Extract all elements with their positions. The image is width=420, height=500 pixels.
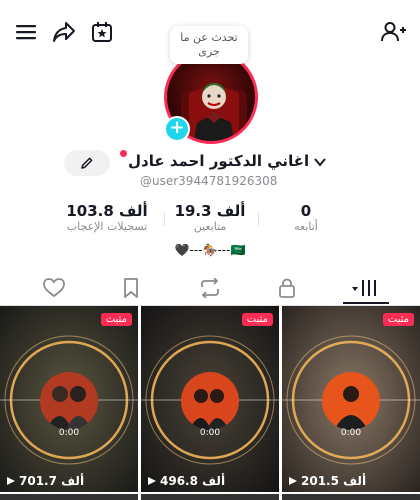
followers-label: متابعين xyxy=(193,220,227,233)
video-thumbnail[interactable]: 0:00 مثبت 496.8 ألف xyxy=(141,306,279,492)
calendar-star-icon[interactable] xyxy=(88,18,116,46)
stat-divider xyxy=(164,212,165,226)
add-user-icon[interactable] xyxy=(380,18,408,46)
cover-image xyxy=(40,372,98,430)
play-icon xyxy=(148,477,156,485)
stat-divider xyxy=(258,212,259,226)
notification-dot xyxy=(120,150,127,157)
play-icon xyxy=(7,477,15,485)
pinned-badge: مثبت xyxy=(100,313,132,326)
liked-tab[interactable] xyxy=(37,276,71,300)
likes-label: تسجيلات الإعجاب xyxy=(66,220,148,233)
share-icon[interactable] xyxy=(50,18,78,46)
view-count: 701.7 ألف xyxy=(6,474,84,488)
view-count-text: 496.8 ألف xyxy=(160,474,226,488)
following-label: أتابعه xyxy=(294,220,318,233)
following-count: 0 xyxy=(300,202,312,220)
view-count-text: 701.7 ألف xyxy=(19,474,85,488)
video-thumbnail-partial[interactable] xyxy=(141,494,279,500)
pinned-badge: مثبت xyxy=(241,313,273,326)
chevron-down-icon[interactable] xyxy=(314,153,327,171)
duration-text: 0:00 xyxy=(199,428,221,438)
status-bubble-text: تحدث عن ما جرى xyxy=(180,31,238,58)
video-thumbnail[interactable]: 0:00 مثبت 701.7 ألف xyxy=(0,306,138,492)
likes-stat[interactable]: 103.8 ألف تسجيلات الإعجاب xyxy=(62,202,152,233)
user-handle: @user3944781926308 xyxy=(140,174,278,188)
likes-count: 103.8 ألف xyxy=(66,202,148,220)
cover-image xyxy=(322,372,380,430)
status-bubble[interactable]: تحدث عن ما جرى xyxy=(170,26,248,64)
following-stat[interactable]: 0 أتابعه xyxy=(278,202,334,233)
menu-icon[interactable] xyxy=(12,18,40,46)
videos-tab[interactable] xyxy=(349,276,383,300)
cover-image xyxy=(181,372,239,430)
view-count-text: 201.5 ألف xyxy=(301,474,367,488)
pencil-icon xyxy=(81,157,93,169)
view-count: 201.5 ألف xyxy=(288,474,366,488)
name-row: اغاني الدكتور احمد عادل xyxy=(64,150,364,176)
stats-row: 103.8 ألف تسجيلات الإعجاب 19.3 ألف متابع… xyxy=(0,202,420,242)
view-count: 496.8 ألف xyxy=(147,474,225,488)
repost-icon xyxy=(201,278,219,298)
video-thumbnail-partial[interactable] xyxy=(282,494,420,500)
content-tabs xyxy=(0,270,420,306)
grid-videos-icon xyxy=(352,280,376,296)
followers-count: 19.3 ألف xyxy=(174,202,246,220)
active-tab-indicator xyxy=(343,302,389,304)
reposts-tab[interactable] xyxy=(193,276,227,300)
video-grid: 0:00 مثبت 701.7 ألف 0:00 مثبت 496.8 ألف xyxy=(0,306,420,500)
add-photo-button[interactable]: + xyxy=(164,116,190,142)
duration-text: 0:00 xyxy=(340,428,362,438)
edit-profile-button[interactable] xyxy=(64,150,110,176)
display-name-text: اغاني الدكتور احمد عادل xyxy=(128,152,310,170)
private-tab[interactable] xyxy=(270,276,304,300)
favorites-tab[interactable] xyxy=(114,276,148,300)
pinned-badge: مثبت xyxy=(382,313,414,326)
duration-text: 0:00 xyxy=(58,428,80,438)
followers-stat[interactable]: 19.3 ألف متابعين xyxy=(172,202,248,233)
play-icon xyxy=(289,477,297,485)
bookmark-icon xyxy=(124,278,138,298)
video-thumbnail-partial[interactable] xyxy=(0,494,138,500)
profile-avatar[interactable]: + xyxy=(164,50,258,144)
video-thumbnail[interactable]: 0:00 مثبت 201.5 ألف xyxy=(282,306,420,492)
bio-text: 🖤---🏇---🇸🇦 xyxy=(174,243,246,257)
display-name[interactable]: اغاني الدكتور احمد عادل xyxy=(128,152,327,171)
lock-icon xyxy=(279,278,295,298)
heart-icon xyxy=(43,278,65,298)
